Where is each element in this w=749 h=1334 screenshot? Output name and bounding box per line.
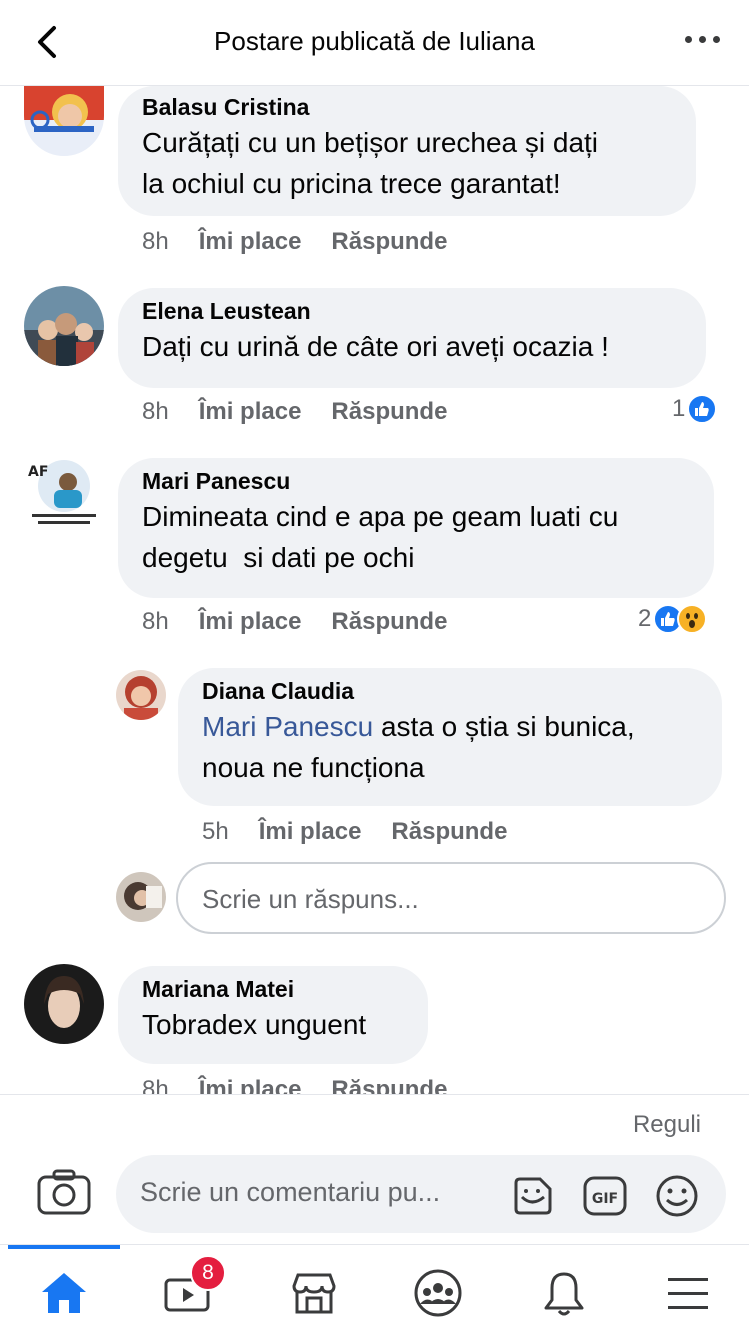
avatar[interactable]: AF bbox=[24, 456, 104, 536]
comment-bubble[interactable]: Mariana Matei Tobradex unguent bbox=[118, 966, 428, 1064]
avatar[interactable] bbox=[24, 86, 104, 156]
avatar bbox=[116, 872, 166, 922]
comment-actions: 5h Îmi place Răspunde bbox=[202, 818, 537, 846]
menu-icon[interactable] bbox=[658, 1265, 718, 1321]
bell-icon[interactable] bbox=[534, 1265, 594, 1321]
comment-author[interactable]: Mariana Matei bbox=[142, 974, 404, 1004]
comment-text: Dimineata cind e apa pe geam luati cu bbox=[142, 501, 619, 532]
mention-link[interactable]: Mari Panescu bbox=[202, 711, 373, 742]
bottom-navigation: 8 bbox=[0, 1244, 749, 1334]
comment-actions: 8h Îmi place Răspunde bbox=[142, 398, 477, 426]
comment-bubble[interactable]: Mari Panescu Dimineata cind e apa pe gea… bbox=[118, 458, 714, 598]
comment-item: Mariana Matei Tobradex unguent 8h Îmi pla… bbox=[0, 964, 749, 1094]
comment-time: 8h bbox=[142, 1076, 169, 1094]
like-icon bbox=[687, 394, 718, 424]
like-link[interactable]: Îmi place bbox=[199, 398, 302, 425]
sticker-icon[interactable] bbox=[510, 1173, 556, 1219]
reaction-count: 2 bbox=[638, 605, 652, 632]
reply-input-row: Scrie un răspuns... bbox=[0, 860, 749, 936]
comment-time: 8h bbox=[142, 398, 169, 425]
watch-badge: 8 bbox=[190, 1255, 226, 1291]
comment-time: 5h bbox=[202, 818, 229, 845]
reaction-summary[interactable]: 2 bbox=[638, 604, 708, 634]
like-link[interactable]: Îmi place bbox=[199, 228, 302, 255]
comment-text: Curățați cu un bețișor urechea și dați bbox=[142, 127, 599, 158]
comment-author[interactable]: Diana Claudia bbox=[202, 676, 698, 706]
avatar[interactable] bbox=[24, 286, 104, 366]
comment-time: 8h bbox=[142, 608, 169, 635]
comment-actions: 8h Îmi place Răspunde bbox=[142, 228, 477, 256]
comment-text: Tobradex unguent bbox=[142, 1009, 367, 1040]
comment-text: Dați cu urină de câte ori aveți ocazia ! bbox=[142, 331, 609, 362]
comments-list: Balasu Cristina Curățați cu un bețișor u… bbox=[0, 86, 749, 1094]
comment-item: Elena Leustean Dați cu urină de câte ori… bbox=[0, 286, 749, 436]
comment-item: Balasu Cristina Curățați cu un bețișor u… bbox=[0, 86, 749, 266]
active-tab-indicator bbox=[8, 1245, 120, 1249]
comment-text: la ochiul cu pricina trece garantat! bbox=[142, 168, 561, 199]
reply-link[interactable]: Răspunde bbox=[331, 608, 447, 635]
more-icon[interactable] bbox=[685, 34, 721, 46]
comment-bubble[interactable]: Diana Claudia Mari Panescu asta o știa s… bbox=[178, 668, 722, 806]
comment-composer: Reguli Scrie un comentariu pu... GIF bbox=[0, 1094, 749, 1244]
avatar[interactable] bbox=[116, 670, 166, 720]
emoji-icon[interactable] bbox=[654, 1173, 700, 1219]
reply-item: Diana Claudia Mari Panescu asta o știa s… bbox=[0, 666, 749, 846]
top-bar: Postare publicată de Iuliana bbox=[0, 0, 749, 86]
reply-link[interactable]: Răspunde bbox=[391, 818, 507, 845]
comment-item: AF Mari Panescu Dimineata cind e apa pe … bbox=[0, 456, 749, 636]
like-link[interactable]: Îmi place bbox=[199, 1076, 302, 1094]
comment-text: Mari Panescu asta o știa si bunica, bbox=[202, 706, 698, 747]
comment-time: 8h bbox=[142, 228, 169, 255]
comment-author[interactable]: Balasu Cristina bbox=[142, 92, 672, 122]
reaction-summary[interactable]: 1 bbox=[672, 394, 718, 424]
comment-bubble[interactable]: Balasu Cristina Curățați cu un bețișor u… bbox=[118, 86, 696, 216]
page-title: Postare publicată de Iuliana bbox=[214, 26, 535, 56]
reply-link[interactable]: Răspunde bbox=[331, 1076, 447, 1094]
like-link[interactable]: Îmi place bbox=[199, 608, 302, 635]
camera-icon[interactable] bbox=[36, 1167, 92, 1217]
rules-link[interactable]: Reguli bbox=[633, 1111, 701, 1139]
home-icon[interactable] bbox=[34, 1265, 94, 1321]
reply-link[interactable]: Răspunde bbox=[331, 228, 447, 255]
comment-text-part: asta o știa si bunica, bbox=[373, 711, 635, 742]
comment-input-placeholder: Scrie un comentariu pu... bbox=[140, 1177, 441, 1207]
reply-input[interactable]: Scrie un răspuns... bbox=[176, 862, 726, 934]
comment-actions: 8h Îmi place Răspunde bbox=[142, 1076, 477, 1094]
gif-icon[interactable]: GIF bbox=[582, 1173, 628, 1219]
comment-author[interactable]: Mari Panescu bbox=[142, 466, 690, 496]
wow-icon bbox=[677, 604, 708, 634]
comment-text: degetu si dati pe ochi bbox=[142, 542, 415, 573]
comment-bubble[interactable]: Elena Leustean Dați cu urină de câte ori… bbox=[118, 288, 706, 388]
svg-text:GIF: GIF bbox=[592, 1191, 618, 1207]
reply-link[interactable]: Răspunde bbox=[331, 398, 447, 425]
svg-text:AF: AF bbox=[28, 464, 48, 480]
groups-icon[interactable] bbox=[408, 1265, 468, 1321]
comment-author[interactable]: Elena Leustean bbox=[142, 296, 682, 326]
avatar[interactable] bbox=[24, 964, 104, 1044]
comment-text: noua ne funcționa bbox=[202, 752, 425, 783]
comment-input[interactable]: Scrie un comentariu pu... GIF bbox=[116, 1155, 726, 1233]
marketplace-icon[interactable] bbox=[284, 1265, 344, 1321]
reaction-count: 1 bbox=[672, 395, 686, 422]
comment-actions: 8h Îmi place Răspunde bbox=[142, 608, 477, 636]
like-link[interactable]: Îmi place bbox=[259, 818, 362, 845]
